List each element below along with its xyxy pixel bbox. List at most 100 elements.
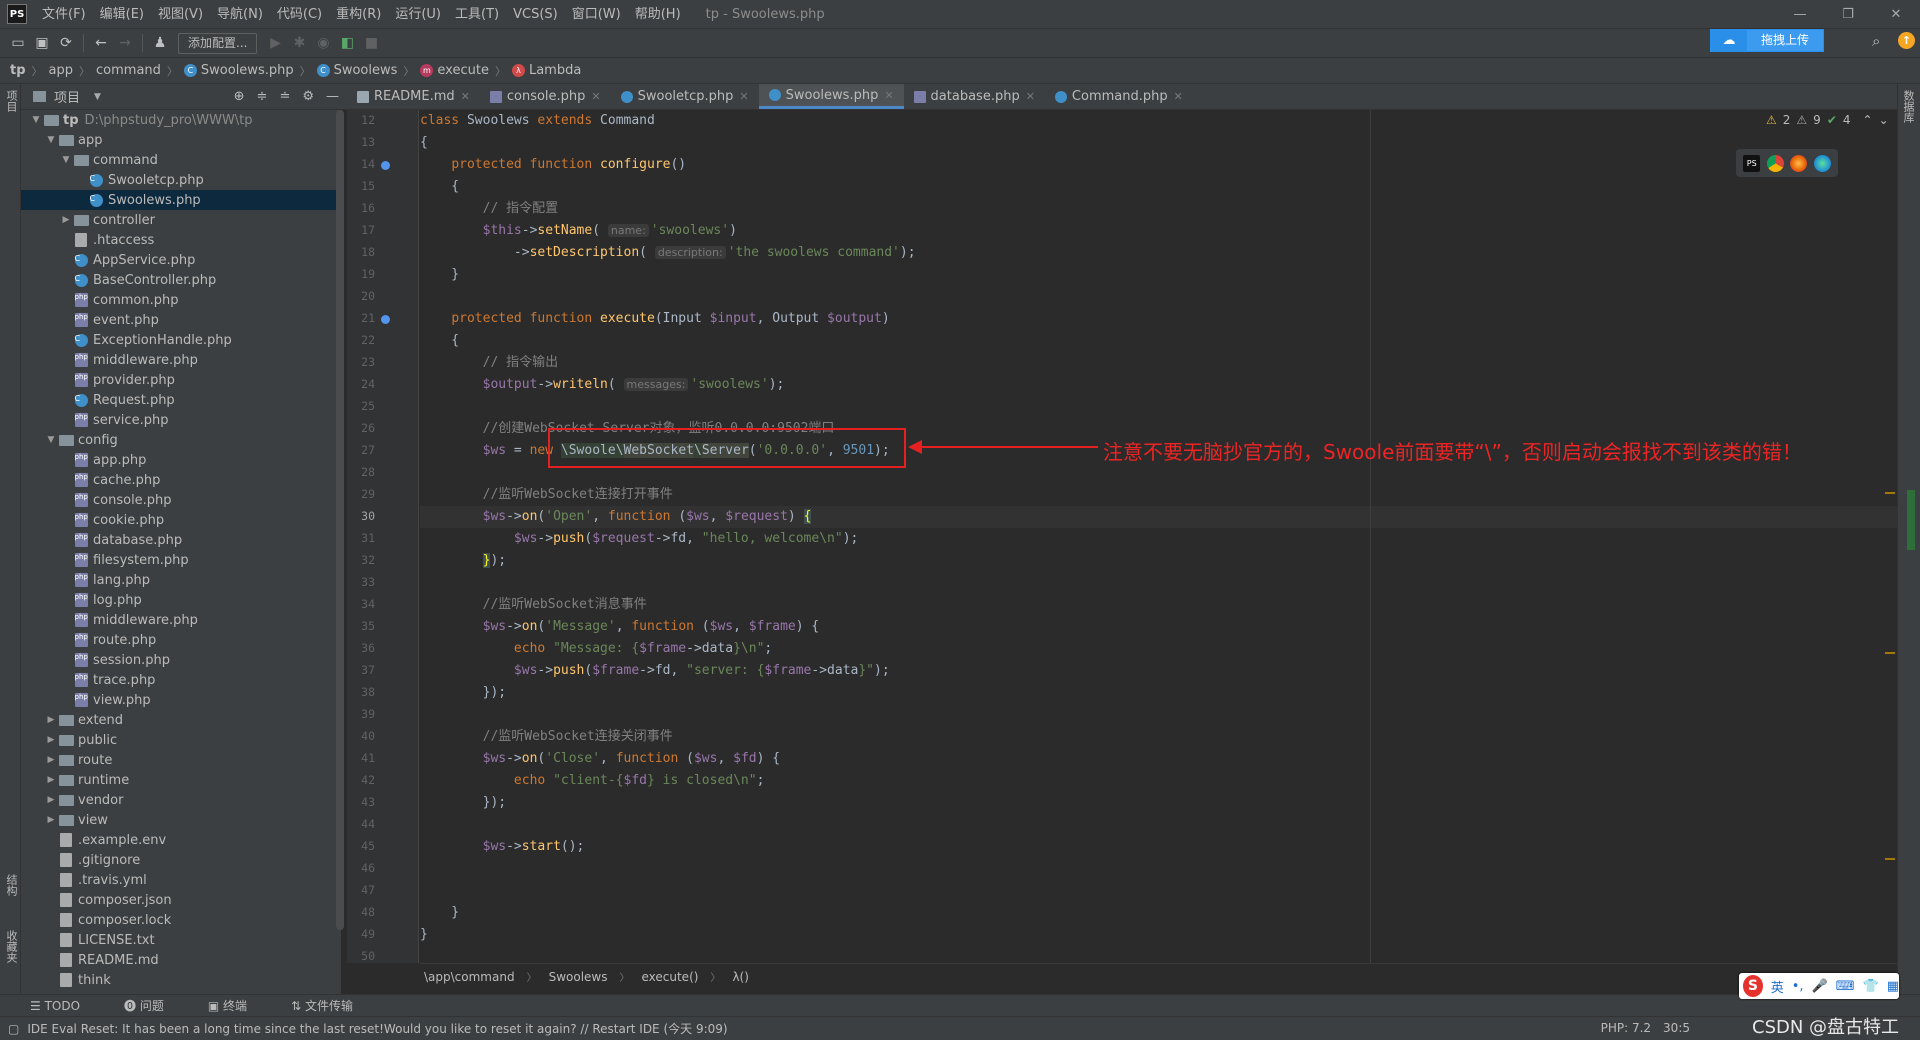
line-number[interactable]: 34 [347, 597, 375, 611]
firefox-icon[interactable] [1790, 154, 1808, 172]
editor-tab[interactable]: Swooletcp.php ✕ [611, 84, 759, 109]
line-number[interactable]: 21 [347, 311, 375, 325]
chevron-right-icon[interactable]: ▶ [44, 775, 58, 785]
tree-item[interactable]: C ExceptionHandle.php [21, 330, 341, 350]
editor-tab[interactable]: Swoolews.php ✕ [758, 84, 904, 109]
line-number[interactable]: 24 [347, 377, 375, 391]
tree-item[interactable]: php route.php [21, 630, 341, 650]
editor-crumb[interactable]: Swoolews [549, 970, 608, 984]
editor-crumb[interactable]: \app\command [424, 970, 515, 984]
tree-item[interactable]: ▶ public [21, 730, 341, 750]
ime-language[interactable]: 英 [1771, 977, 1784, 996]
scroll-mark-warning[interactable] [1885, 858, 1895, 860]
tree-item[interactable]: .htaccess [21, 230, 341, 250]
close-tab-icon[interactable]: ✕ [461, 90, 470, 103]
tree-item[interactable]: ▼ command [21, 150, 341, 170]
back-icon[interactable]: ← [89, 32, 113, 54]
tree-item[interactable]: php event.php [21, 310, 341, 330]
sogou-ime-icon[interactable]: S [1743, 975, 1763, 997]
chevron-down-icon[interactable]: ▼ [94, 92, 101, 102]
tree-scrollbar[interactable] [336, 110, 344, 930]
line-number[interactable]: 45 [347, 839, 375, 853]
tree-item[interactable]: C Swooletcp.php [21, 170, 341, 190]
edge-icon[interactable] [1813, 154, 1831, 172]
tree-item[interactable]: .gitignore [21, 850, 341, 870]
menu-item[interactable]: 帮助(H) [628, 0, 688, 29]
toolbox-icon[interactable]: ▦ [1887, 979, 1899, 994]
tree-item[interactable]: php middleware.php [21, 610, 341, 630]
close-tab-icon[interactable]: ✕ [739, 90, 748, 103]
line-number[interactable]: 22 [347, 333, 375, 347]
editor-tab[interactable]: database.php ✕ [904, 84, 1045, 109]
hide-icon[interactable]: — [326, 89, 339, 104]
line-number[interactable]: 19 [347, 267, 375, 281]
open-folder-icon[interactable]: ▭ [6, 32, 30, 54]
debug-icon[interactable]: ✱ [287, 32, 311, 54]
line-number[interactable]: 27 [347, 443, 375, 457]
tree-item[interactable]: php app.php [21, 450, 341, 470]
menu-item[interactable]: 视图(V) [151, 0, 210, 29]
menu-item[interactable]: 文件(F) [35, 0, 93, 29]
upload-button[interactable]: ☁ 拖拽上传 [1710, 29, 1824, 52]
chevron-right-icon[interactable]: ▶ [44, 795, 58, 805]
tree-item[interactable]: php view.php [21, 690, 341, 710]
nav-crumb-tp[interactable]: tp 〉 [10, 63, 49, 79]
close-tab-icon[interactable]: ✕ [1026, 90, 1035, 103]
save-icon[interactable]: ▣ [30, 32, 54, 54]
tree-item[interactable]: php session.php [21, 650, 341, 670]
menu-item[interactable]: 代码(C) [270, 0, 329, 29]
punctuation-icon[interactable]: •, [1792, 979, 1804, 994]
scroll-mark-warning[interactable] [1885, 652, 1895, 654]
line-number[interactable]: 40 [347, 729, 375, 743]
line-number[interactable]: 31 [347, 531, 375, 545]
chevron-right-icon[interactable]: ▶ [59, 215, 73, 225]
override-method-icon[interactable] [381, 161, 390, 170]
line-number[interactable]: 12 [347, 113, 375, 127]
tree-item[interactable]: .example.env [21, 830, 341, 850]
locate-icon[interactable]: ⊕ [234, 89, 245, 104]
forward-icon[interactable]: → [113, 32, 137, 54]
maximize-icon[interactable]: ❐ [1824, 0, 1872, 29]
structure-tool-tab[interactable]: 结构 [3, 874, 19, 896]
line-number[interactable]: 39 [347, 707, 375, 721]
nav-crumb-app[interactable]: app 〉 [49, 63, 96, 79]
menu-item[interactable]: 工具(T) [448, 0, 506, 29]
tree-item[interactable]: ▶ view [21, 810, 341, 830]
tree-item[interactable]: php common.php [21, 290, 341, 310]
line-number[interactable]: 49 [347, 927, 375, 941]
tree-item[interactable]: php database.php [21, 530, 341, 550]
tree-item[interactable]: ▶ controller [21, 210, 341, 230]
scroll-mark-warning[interactable] [1885, 492, 1895, 494]
keyboard-icon[interactable]: ⌨ [1836, 979, 1855, 994]
chevron-down-icon[interactable]: ▼ [29, 115, 43, 125]
line-number[interactable]: 15 [347, 179, 375, 193]
tree-item[interactable]: php lang.php [21, 570, 341, 590]
menu-item[interactable]: 重构(R) [329, 0, 388, 29]
line-number[interactable]: 47 [347, 883, 375, 897]
menu-item[interactable]: VCS(S) [506, 0, 565, 29]
tree-item[interactable]: php filesystem.php [21, 550, 341, 570]
stop-icon[interactable]: ■ [359, 32, 383, 54]
tree-item[interactable]: think [21, 970, 341, 990]
line-number[interactable]: 41 [347, 751, 375, 765]
editor-tab[interactable]: console.php ✕ [480, 84, 611, 109]
tree-item[interactable]: C Swoolews.php [21, 190, 341, 210]
run-icon[interactable]: ▶ [263, 32, 287, 54]
user-icon[interactable]: ♟ [148, 32, 172, 54]
editor-crumb[interactable]: λ() [732, 970, 748, 984]
update-badge-icon[interactable]: ↑ [1898, 32, 1915, 49]
nav-crumb-file[interactable]: C Swoolews.php 〉 [183, 63, 317, 79]
editor-crumb[interactable]: execute() [641, 970, 698, 984]
line-number[interactable]: 42 [347, 773, 375, 787]
tree-item[interactable]: ▼ config [21, 430, 341, 450]
tree-item[interactable]: php log.php [21, 590, 341, 610]
tree-item[interactable]: composer.json [21, 890, 341, 910]
close-tab-icon[interactable]: ✕ [1174, 90, 1183, 103]
add-configuration-button[interactable]: 添加配置... [178, 32, 258, 54]
tree-item[interactable]: php console.php [21, 490, 341, 510]
problems-tool-button[interactable]: ⓿ 问题 [124, 997, 186, 1014]
phpstorm-browser-icon[interactable]: PS [1743, 154, 1761, 172]
menu-item[interactable]: 编辑(E) [93, 0, 151, 29]
line-number[interactable]: 38 [347, 685, 375, 699]
chevron-down-icon[interactable]: ▼ [44, 435, 58, 445]
